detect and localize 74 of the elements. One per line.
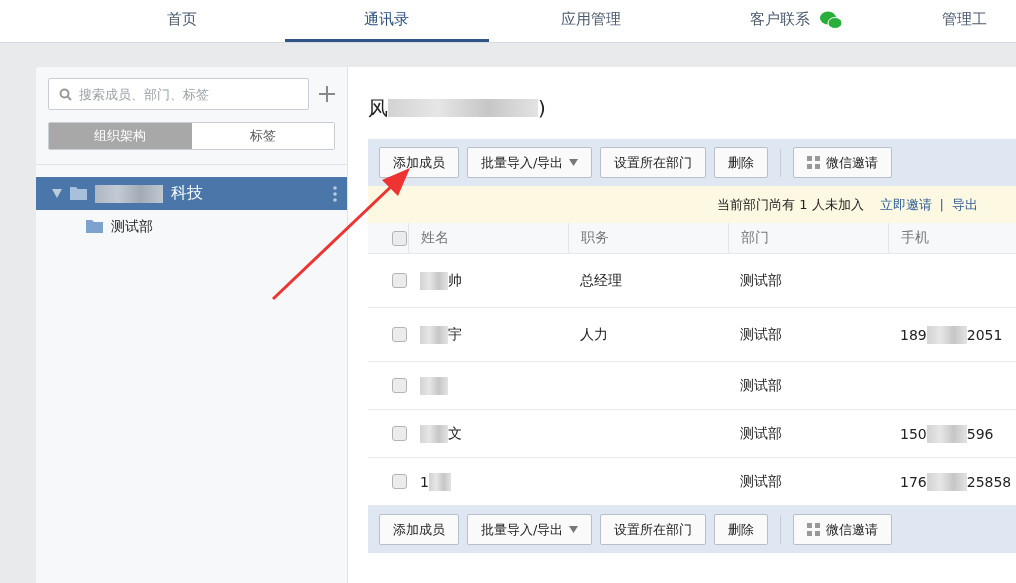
blurred-text (926, 424, 967, 443)
blurred-text (428, 472, 451, 491)
qr-code-icon (807, 156, 821, 169)
toolbar-button[interactable]: 删除 (714, 147, 769, 178)
tree-item[interactable]: 科技 (36, 177, 347, 210)
blurred-text (926, 325, 967, 344)
nav-tab[interactable]: 通讯录 (284, 0, 489, 42)
role-cell: 总经理 (580, 271, 622, 290)
name-cell: 宇 (448, 325, 462, 344)
toolbar-button[interactable]: 设置所在部门 (600, 147, 707, 178)
phone-cell: 176 (900, 473, 927, 490)
column-header: 职务 (581, 229, 609, 247)
role-cell: 人力 (580, 325, 608, 344)
department-title: ) (538, 96, 546, 120)
department-cell: 测试部 (740, 472, 782, 491)
department-cell: 测试部 (740, 271, 782, 290)
folder-icon (86, 220, 103, 233)
checkbox[interactable] (392, 230, 407, 246)
toolbar-button[interactable]: 设置所在部门 (600, 514, 707, 545)
search-icon (59, 88, 72, 101)
caret-icon (569, 526, 579, 533)
dropdown-button[interactable]: 批量导入/导出 (467, 147, 593, 178)
nav-tab[interactable]: 首页 (80, 0, 285, 42)
blurred-text (420, 271, 448, 290)
column-header: 部门 (741, 229, 769, 247)
nav-tab[interactable]: 应用管理 (489, 0, 694, 42)
column-header: 姓名 (421, 229, 449, 247)
blurred-text (95, 184, 163, 203)
checkbox[interactable] (392, 474, 407, 489)
tree-item-label: 科技 (171, 183, 203, 204)
column-header: 手机 (901, 229, 929, 247)
tree-item[interactable]: 测试部 (36, 210, 347, 243)
qr-code-icon (807, 523, 821, 536)
phone-cell: 189 (900, 326, 927, 343)
chat-bubbles-icon (819, 10, 842, 29)
notice-link[interactable]: 导出 (952, 195, 978, 214)
name-cell: 帅 (448, 271, 462, 290)
caret-down-icon[interactable] (52, 189, 62, 198)
phone-cell: 150 (900, 425, 927, 442)
notice-text: 当前部门尚有 1 人未加入 (717, 195, 864, 214)
checkbox[interactable] (392, 273, 407, 288)
name-cell: 1 (420, 473, 429, 490)
nav-tab[interactable]: 客户联系 (693, 0, 898, 42)
phone-cell: 596 (966, 425, 994, 442)
sidebar-tab[interactable]: 标签 (191, 123, 334, 149)
phone-cell: 25858 (966, 473, 1012, 490)
toolbar-button[interactable]: 删除 (714, 514, 769, 545)
blurred-text (420, 424, 448, 443)
checkbox[interactable] (392, 426, 407, 441)
tree-item-label: 测试部 (111, 217, 153, 236)
toolbar-button[interactable]: 添加成员 (379, 147, 459, 178)
department-cell: 测试部 (740, 376, 782, 395)
dropdown-button[interactable]: 批量导入/导出 (467, 514, 593, 545)
folder-icon (70, 187, 87, 200)
toolbar-button[interactable]: 微信邀请 (793, 147, 893, 178)
checkbox[interactable] (392, 327, 407, 342)
department-cell: 测试部 (740, 424, 782, 443)
toolbar-button[interactable]: 微信邀请 (793, 514, 893, 545)
notice-link[interactable]: 立即邀请 (879, 195, 932, 214)
link-separator: | (939, 197, 944, 212)
toolbar-button[interactable]: 添加成员 (379, 514, 459, 545)
name-cell: 文 (448, 424, 462, 443)
nav-tab[interactable]: 管理工 (898, 0, 1016, 42)
search-field[interactable]: 搜索成员、部门、标签 (48, 78, 309, 110)
add-icon[interactable] (319, 86, 335, 102)
more-icon[interactable] (333, 185, 337, 202)
blurred-text (420, 325, 448, 344)
blurred-text (926, 472, 967, 491)
department-cell: 测试部 (740, 325, 782, 344)
caret-icon (569, 159, 579, 166)
blurred-text (420, 376, 448, 395)
phone-cell: 2051 (966, 326, 1003, 343)
checkbox[interactable] (392, 378, 407, 393)
department-title: 风 (368, 94, 388, 122)
